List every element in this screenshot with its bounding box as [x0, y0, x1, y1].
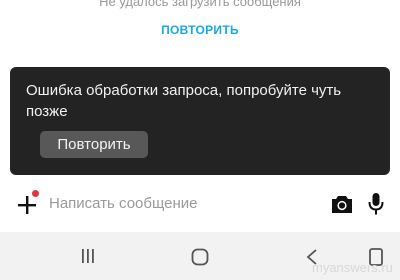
microphone-icon[interactable] — [368, 192, 384, 216]
load-error-text: Не удалось загрузить сообщения — [99, 0, 301, 9]
snackbar-retry-button[interactable]: Повторить — [40, 131, 148, 158]
plus-icon[interactable] — [17, 195, 37, 215]
camera-icon[interactable] — [331, 194, 353, 214]
recent-apps-icon[interactable] — [80, 248, 96, 264]
notification-dot — [32, 190, 39, 197]
snackbar-message: Ошибка обработки запроса, попробуйте чут… — [26, 82, 342, 120]
error-snackbar: Ошибка обработки запроса, попробуйте чут… — [10, 67, 390, 175]
chat-screen: Не удалось загрузить сообщения ПОВТОРИТЬ… — [0, 0, 400, 280]
watermark: myanswers.ru — [312, 260, 393, 275]
home-icon[interactable] — [191, 248, 209, 266]
retry-link[interactable]: ПОВТОРИТЬ — [0, 23, 400, 37]
message-input[interactable]: Написать сообщение — [49, 195, 198, 212]
message-composer: Написать сообщение — [0, 185, 400, 225]
